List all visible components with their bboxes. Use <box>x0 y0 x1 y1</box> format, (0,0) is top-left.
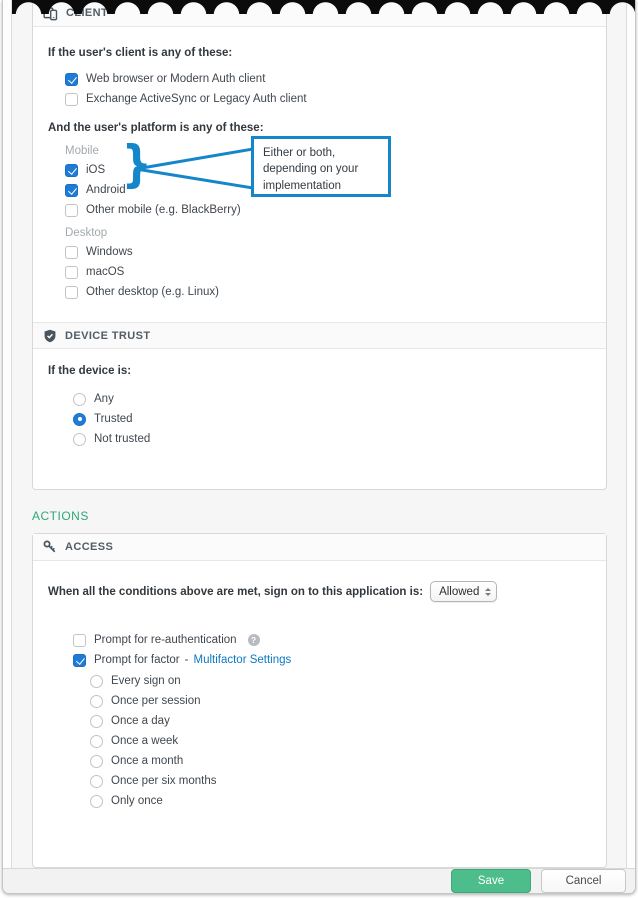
once-a-day-radio[interactable] <box>90 715 103 728</box>
factor-frequency-options: Every sign on Once per session Once a da… <box>48 671 591 811</box>
checkbox-row-web-browser: Web browser or Modern Auth client <box>48 69 591 89</box>
once-per-six-months-label: Once per six months <box>111 775 216 787</box>
dialog-footer: Save Cancel <box>3 868 635 893</box>
desktop-group-label: Desktop <box>48 223 591 242</box>
actions-section-label: ACTIONS <box>32 509 626 523</box>
android-checkbox[interactable] <box>65 184 78 197</box>
radio-row-once-a-day: Once a day <box>48 711 591 731</box>
access-body: When all the conditions above are met, s… <box>33 561 606 867</box>
device-trust-section-header: DEVICE TRUST <box>33 322 606 349</box>
once-a-month-radio[interactable] <box>90 755 103 768</box>
factor-separator: - <box>185 654 189 666</box>
cancel-button[interactable]: Cancel <box>541 869 626 893</box>
reauth-label: Prompt for re-authentication <box>94 634 237 646</box>
radio-row-only-once: Only once <box>48 791 591 811</box>
access-select[interactable]: Allowed <box>430 581 497 602</box>
policy-rule-dialog: CLIENT If the user's client is any of th… <box>2 0 636 894</box>
not-trusted-radio[interactable] <box>73 433 86 446</box>
trusted-radio[interactable] <box>73 413 86 426</box>
radio-row-not-trusted: Not trusted <box>48 429 591 449</box>
once-a-week-label: Once a week <box>111 735 178 747</box>
radio-row-trusted: Trusted <box>48 409 591 429</box>
access-panel: ACCESS When all the conditions above are… <box>32 533 607 868</box>
activesync-checkbox[interactable] <box>65 93 78 106</box>
windows-label: Windows <box>86 246 133 258</box>
save-button[interactable]: Save <box>451 869 531 893</box>
annotation-arrow <box>135 142 253 196</box>
any-label: Any <box>94 393 114 405</box>
access-sentence-row: When all the conditions above are met, s… <box>48 581 591 602</box>
factor-checkbox[interactable] <box>73 654 86 667</box>
once-per-six-months-radio[interactable] <box>90 775 103 788</box>
access-section-header: ACCESS <box>33 534 606 561</box>
macos-checkbox[interactable] <box>65 266 78 279</box>
platform-question: And the user's platform is any of these: <box>48 122 591 134</box>
only-once-radio[interactable] <box>90 795 103 808</box>
factor-label: Prompt for factor <box>94 654 180 666</box>
macos-label: macOS <box>86 266 124 278</box>
other-mobile-checkbox[interactable] <box>65 204 78 217</box>
once-a-day-label: Once a day <box>111 715 170 727</box>
radio-row-once-per-six-months: Once per six months <box>48 771 591 791</box>
radio-row-any: Any <box>48 389 591 409</box>
device-trust-section-title: DEVICE TRUST <box>65 330 150 342</box>
dialog-content: CLIENT If the user's client is any of th… <box>11 0 627 868</box>
checkbox-row-windows: Windows <box>48 242 591 262</box>
client-question: If the user's client is any of these: <box>48 47 591 59</box>
ios-checkbox[interactable] <box>65 164 78 177</box>
checkbox-row-other-mobile: Other mobile (e.g. BlackBerry) <box>48 200 591 220</box>
access-section-title: ACCESS <box>65 541 113 553</box>
every-sign-on-radio[interactable] <box>90 675 103 688</box>
every-sign-on-label: Every sign on <box>111 675 181 687</box>
checkbox-row-reauth: Prompt for re-authentication ? <box>48 630 591 650</box>
only-once-label: Only once <box>111 795 163 807</box>
once-per-session-label: Once per session <box>111 695 201 707</box>
access-sentence: When all the conditions above are met, s… <box>48 586 423 598</box>
multifactor-settings-link[interactable]: Multifactor Settings <box>193 654 291 666</box>
other-mobile-label: Other mobile (e.g. BlackBerry) <box>86 204 241 216</box>
other-desktop-label: Other desktop (e.g. Linux) <box>86 286 219 298</box>
once-a-week-radio[interactable] <box>90 735 103 748</box>
trusted-label: Trusted <box>94 413 133 425</box>
other-desktop-checkbox[interactable] <box>65 286 78 299</box>
checkbox-row-macos: macOS <box>48 262 591 282</box>
ios-label: iOS <box>86 164 105 176</box>
callout-line-2: depending on your <box>263 161 379 177</box>
any-radio[interactable] <box>73 393 86 406</box>
access-select-value: Allowed <box>439 586 479 598</box>
conditions-panel: CLIENT If the user's client is any of th… <box>32 0 607 490</box>
web-browser-checkbox[interactable] <box>65 73 78 86</box>
not-trusted-label: Not trusted <box>94 433 150 445</box>
checkbox-row-other-desktop: Other desktop (e.g. Linux) <box>48 282 591 302</box>
once-a-month-label: Once a month <box>111 755 183 767</box>
callout-line-3: implementation <box>263 178 379 194</box>
device-trust-body: If the device is: Any Trusted Not truste… <box>33 349 606 489</box>
once-per-session-radio[interactable] <box>90 695 103 708</box>
annotation-callout: Either or both, depending on your implem… <box>251 136 391 197</box>
help-icon[interactable]: ? <box>248 634 260 646</box>
reauth-checkbox[interactable] <box>73 634 86 647</box>
web-browser-label: Web browser or Modern Auth client <box>86 73 265 85</box>
checkbox-row-factor: Prompt for factor - Multifactor Settings <box>48 650 591 670</box>
device-question: If the device is: <box>48 365 591 377</box>
torn-edge <box>12 0 635 14</box>
select-stepper-icon <box>485 588 491 596</box>
checkbox-row-activesync: Exchange ActiveSync or Legacy Auth clien… <box>48 89 591 109</box>
radio-row-once-a-month: Once a month <box>48 751 591 771</box>
radio-row-once-per-session: Once per session <box>48 691 591 711</box>
shield-check-icon <box>43 329 57 343</box>
radio-row-once-a-week: Once a week <box>48 731 591 751</box>
callout-line-1: Either or both, <box>263 145 379 161</box>
android-label: Android <box>86 184 126 196</box>
radio-row-every-sign-on: Every sign on <box>48 671 591 691</box>
key-icon <box>43 540 57 554</box>
windows-checkbox[interactable] <box>65 246 78 259</box>
activesync-label: Exchange ActiveSync or Legacy Auth clien… <box>86 93 307 105</box>
